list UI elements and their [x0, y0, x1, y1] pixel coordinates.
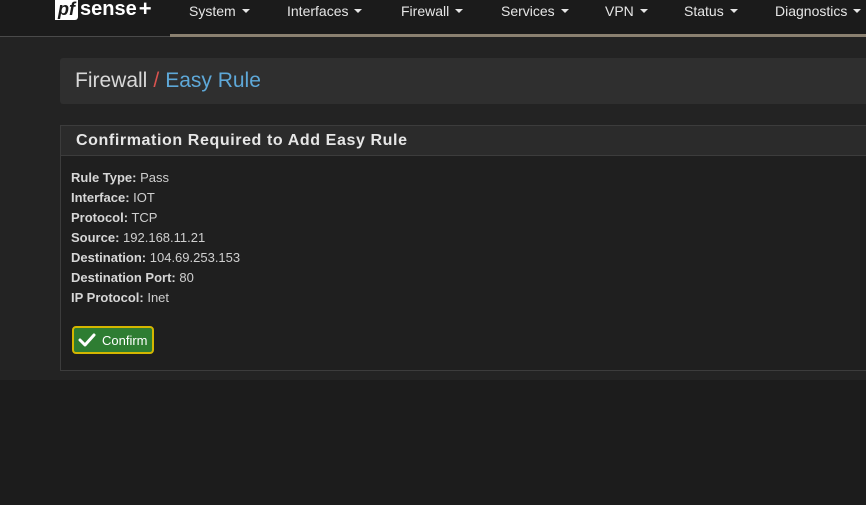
nav-label: Diagnostics [775, 3, 848, 19]
detail-destination-port: Destination Port: 80 [71, 270, 194, 285]
breadcrumb: Firewall / Easy Rule [60, 58, 866, 104]
caret-down-icon [639, 9, 648, 14]
detail-interface: Interface: IOT [71, 190, 155, 205]
detail-destination: Destination: 104.69.253.153 [71, 250, 241, 265]
caret-down-icon [455, 9, 464, 14]
confirm-button-label: Confirm [102, 332, 148, 348]
breadcrumb-separator: / [153, 69, 160, 92]
confirm-button[interactable]: Confirm [72, 326, 154, 354]
nav-status[interactable]: Status [684, 3, 738, 19]
nav-diagnostics[interactable]: Diagnostics [775, 3, 862, 19]
nav-label: Interfaces [287, 3, 349, 19]
caret-down-icon [560, 9, 569, 14]
logo-pf: pf [55, 0, 78, 20]
panel-heading: Confirmation Required to Add Easy Rule [61, 126, 866, 156]
page-bottom [0, 380, 866, 505]
nav-label: VPN [605, 3, 634, 19]
caret-down-icon [241, 9, 250, 14]
nav-system[interactable]: System [189, 3, 250, 19]
breadcrumb-easy-rule[interactable]: Easy Rule [165, 69, 261, 92]
nav-vpn[interactable]: VPN [605, 3, 648, 19]
nav-label: Status [684, 3, 724, 19]
caret-down-icon [354, 9, 363, 14]
nav-label: Firewall [401, 3, 450, 19]
rule-details: Rule Type: Pass Interface: IOT Protocol:… [71, 168, 240, 308]
panel-title: Confirmation Required to Add Easy Rule [76, 132, 408, 149]
checkmark-icon [78, 332, 96, 348]
top-navbar: pf sense + System Interfaces Firewall Serv… [0, 0, 866, 37]
caret-down-icon [853, 9, 862, 14]
logo-plus: + [138, 0, 152, 21]
nav-label: Services [501, 3, 555, 19]
pfsense-logo[interactable]: pf sense + [55, 0, 152, 22]
nav-services[interactable]: Services [501, 3, 569, 19]
caret-down-icon [729, 9, 738, 14]
confirmation-panel: Confirmation Required to Add Easy Rule R… [60, 125, 866, 371]
nav-interfaces[interactable]: Interfaces [287, 3, 363, 19]
nav-label: System [189, 3, 236, 19]
nav-firewall[interactable]: Firewall [401, 3, 464, 19]
logo-sense: sense [80, 0, 137, 20]
detail-rule-type: Rule Type: Pass [71, 170, 170, 185]
detail-ip-protocol: IP Protocol: Inet [71, 290, 170, 305]
detail-protocol: Protocol: TCP [71, 210, 158, 225]
breadcrumb-firewall[interactable]: Firewall [75, 69, 147, 92]
detail-source: Source: 192.168.11.21 [71, 230, 206, 245]
